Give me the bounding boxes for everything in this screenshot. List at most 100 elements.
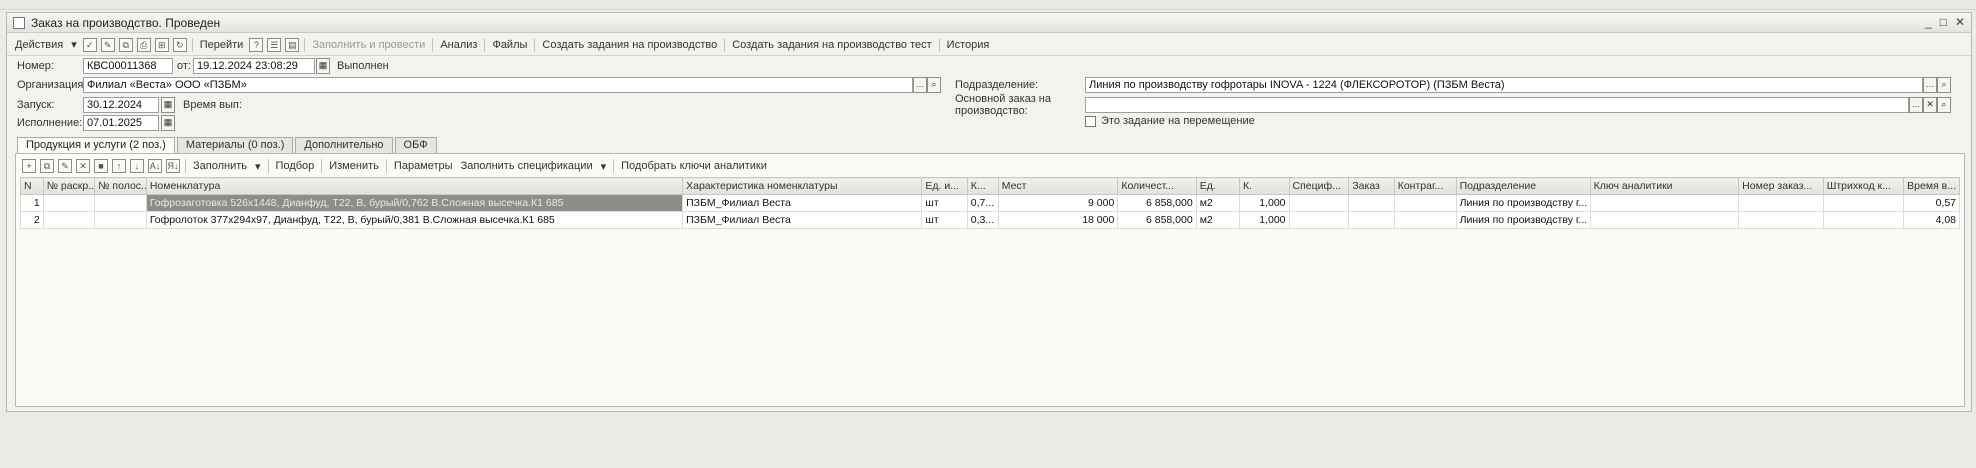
fill-button[interactable]: Заполнить — [189, 160, 251, 172]
goto-menu[interactable]: Перейти — [196, 39, 248, 51]
move-down-icon[interactable]: ↓ — [130, 159, 144, 173]
separator — [385, 159, 387, 173]
add-icon[interactable]: + — [22, 159, 36, 173]
pick-keys-button[interactable]: Подобрать ключи аналитики — [617, 160, 771, 172]
org-field[interactable]: Филиал «Веста» ООО «ПЗБМ» — [83, 77, 913, 93]
col-raskr[interactable]: № раскр... — [42, 177, 96, 195]
cell-quantity: 6 858,000 — [1117, 211, 1197, 229]
cell-nomenclature[interactable]: Гофролоток 377х294х97, Дианфуд, Т22, В, … — [145, 211, 684, 229]
selection-button[interactable]: Подбор — [272, 160, 319, 172]
cell-nomenclature[interactable]: Гофрозаготовка 526х1448, Дианфуд, Т22, В… — [145, 194, 684, 212]
structure-icon[interactable]: ⊞ — [154, 37, 169, 52]
cell-characteristic: ПЗБМ_Филиал Веста — [682, 211, 923, 229]
reload-icon[interactable]: ↻ — [172, 37, 187, 52]
minimize-button[interactable]: _ — [1925, 15, 1932, 29]
execution-field[interactable]: 07.01.2025 — [83, 115, 159, 131]
main-order-field[interactable] — [1085, 97, 1909, 113]
col-contractor[interactable]: Контраг... — [1393, 177, 1457, 195]
division-field[interactable]: Линия по производству гофротары INOVA - … — [1085, 77, 1923, 93]
select-icon[interactable]: … — [1923, 77, 1937, 93]
cell-order — [1348, 194, 1395, 212]
copy-icon[interactable]: ⧉ — [40, 159, 54, 173]
list-icon[interactable]: ☰ — [267, 37, 282, 52]
create-tasks-test-button[interactable]: Создать задания на производство тест — [728, 39, 935, 51]
col-quantity[interactable]: Количест... — [1117, 177, 1197, 195]
table-row[interactable]: 1 Гофрозаготовка 526х1448, Дианфуд, Т22,… — [20, 194, 1960, 212]
sort-asc-icon[interactable]: A↓ — [148, 159, 162, 173]
params-button[interactable]: Параметры — [390, 160, 457, 172]
cell-barcode — [1822, 194, 1905, 212]
separator — [484, 37, 486, 52]
col-order-number[interactable]: Номер заказ... — [1738, 177, 1824, 195]
col-unit[interactable]: Ед. — [1195, 177, 1241, 195]
separator — [321, 159, 323, 173]
close-button[interactable]: ✕ — [1955, 15, 1965, 29]
cell-raskr — [42, 194, 96, 212]
cell-k2: 1,000 — [1239, 194, 1290, 212]
tab-additional[interactable]: Дополнительно — [295, 137, 393, 153]
col-k2[interactable]: К. — [1239, 177, 1290, 195]
table-row[interactable]: 2 Гофролоток 377х294х97, Дианфуд, Т22, В… — [20, 211, 1960, 229]
help-icon[interactable]: ? — [249, 37, 264, 52]
col-order[interactable]: Заказ — [1348, 177, 1395, 195]
fill-specs-button[interactable]: Заполнить спецификации — [457, 160, 597, 172]
copy-icon[interactable]: ⧉ — [118, 37, 133, 52]
actions-menu[interactable]: Действия — [11, 39, 67, 51]
number-field[interactable]: КВС00011368 — [83, 58, 173, 74]
tab-obf[interactable]: ОБФ — [394, 137, 437, 153]
fill-and-post-button[interactable]: Заполнить и провести — [308, 39, 429, 51]
sort-desc-icon[interactable]: Я↓ — [166, 159, 180, 173]
clear-icon[interactable]: ✕ — [1923, 97, 1937, 113]
maximize-button[interactable]: □ — [1940, 15, 1947, 29]
cell-places: 9 000 — [997, 194, 1119, 212]
select-icon[interactable]: … — [913, 77, 927, 93]
main-toolbar: Действия ▾ ✓ ✎ ⧉ ⎙ ⊞ ↻ Перейти ? ☰ ▤ Зап… — [7, 34, 1971, 56]
delete-icon[interactable]: ✕ — [76, 159, 90, 173]
col-unit-m[interactable]: Ед. и... — [921, 177, 968, 195]
date-field[interactable]: 19.12.2024 23:08:29 — [193, 58, 315, 74]
move-task-checkbox[interactable] — [1085, 116, 1096, 127]
col-time[interactable]: Время в... — [1903, 177, 1960, 195]
cell-time: 4,08 — [1903, 211, 1960, 229]
files-button[interactable]: Файлы — [488, 39, 531, 51]
window-controls: _ □ ✕ — [1925, 15, 1965, 29]
change-button[interactable]: Изменить — [325, 160, 383, 172]
post-icon[interactable]: ✓ — [82, 37, 97, 52]
calendar-icon[interactable]: ▦ — [316, 58, 330, 74]
launch-label: Запуск: — [17, 99, 55, 111]
col-barcode[interactable]: Штрихкод к... — [1822, 177, 1905, 195]
calendar-icon[interactable]: ▦ — [161, 97, 175, 113]
col-polos[interactable]: № полос... — [94, 177, 147, 195]
col-nomenclature[interactable]: Номенклатура — [145, 177, 684, 195]
col-places[interactable]: Мест — [997, 177, 1119, 195]
col-division[interactable]: Подразделение — [1455, 177, 1591, 195]
table-icon[interactable]: ▤ — [285, 37, 300, 52]
launch-field[interactable]: 30.12.2024 — [83, 97, 159, 113]
search-icon[interactable]: ⌕ — [1937, 97, 1951, 113]
move-up-icon[interactable]: ↑ — [112, 159, 126, 173]
calendar-icon[interactable]: ▦ — [161, 115, 175, 131]
tab-materials[interactable]: Материалы (0 поз.) — [176, 137, 294, 153]
col-n[interactable]: N — [20, 177, 44, 195]
separator — [724, 37, 726, 52]
create-tasks-button[interactable]: Создать задания на производство — [538, 39, 721, 51]
document-icon — [13, 16, 25, 29]
print-icon[interactable]: ⎙ — [136, 37, 151, 52]
search-icon[interactable]: ⌕ — [927, 77, 941, 93]
analysis-button[interactable]: Анализ — [436, 39, 481, 51]
separator — [185, 159, 186, 173]
write-icon[interactable]: ✎ — [100, 37, 115, 52]
select-icon[interactable]: … — [1909, 97, 1923, 113]
chevron-down-icon: ▾ — [600, 160, 607, 173]
history-button[interactable]: История — [943, 39, 994, 51]
tab-products[interactable]: Продукция и услуги (2 поз.) — [17, 137, 175, 153]
col-characteristic[interactable]: Характеристика номенклатуры — [682, 177, 923, 195]
col-spec[interactable]: Специф... — [1288, 177, 1350, 195]
status-text: Выполнен — [337, 60, 389, 72]
search-icon[interactable]: ⌕ — [1937, 77, 1951, 93]
col-analytics-key[interactable]: Ключ аналитики — [1589, 177, 1740, 195]
end-edit-icon[interactable]: ■ — [94, 159, 108, 173]
col-k[interactable]: К... — [966, 177, 999, 195]
number-label: Номер: — [17, 60, 54, 72]
edit-icon[interactable]: ✎ — [58, 159, 72, 173]
